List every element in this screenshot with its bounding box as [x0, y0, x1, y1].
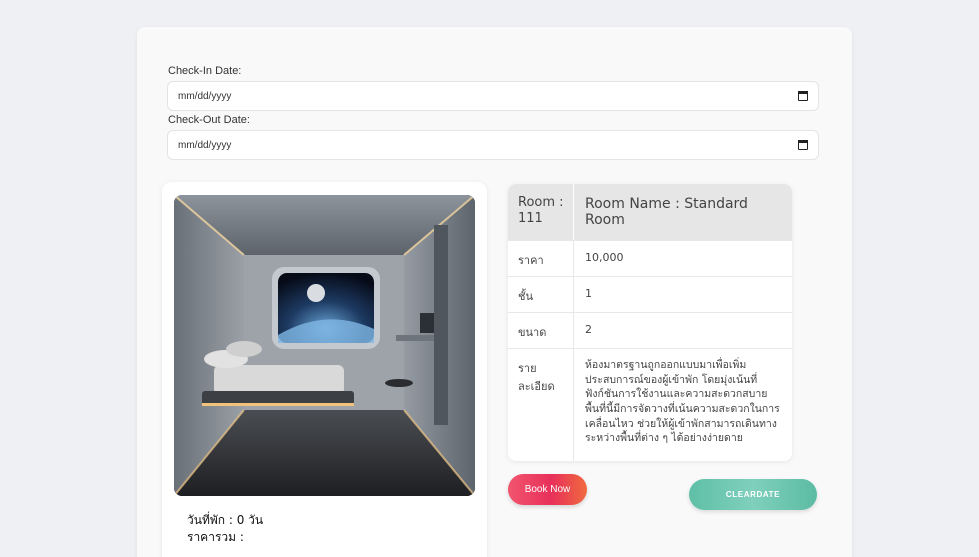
checkout-label: Check-Out Date: [168, 114, 250, 126]
room-detail-table: Room : 111 Room Name : Standard Room ราค… [508, 184, 792, 461]
table-header-row: Room : 111 Room Name : Standard Room [508, 184, 792, 241]
booking-card: Check-In Date: mm/dd/yyyy Check-Out Date… [137, 27, 852, 557]
price-key: ราคา [508, 241, 574, 276]
checkin-date-input[interactable]: mm/dd/yyyy [167, 81, 819, 111]
total-price-summary: ราคารวม : [187, 530, 244, 544]
size-value: 2 [585, 323, 592, 336]
book-now-button[interactable]: Book Now [508, 474, 587, 505]
table-row: ขนาด 2 [508, 313, 792, 349]
table-row: ราย ละเอียด ห้องมาตรฐานถูกออกแบบมาเพื่อเ… [508, 349, 792, 461]
checkout-date-input[interactable]: mm/dd/yyyy [167, 130, 819, 160]
table-row: ชั้น 1 [508, 277, 792, 313]
room-photo-illustration [174, 195, 475, 496]
floor-key: ชั้น [508, 277, 574, 312]
room-photo [174, 195, 475, 496]
checkin-placeholder: mm/dd/yyyy [178, 90, 232, 102]
price-value: 10,000 [585, 251, 624, 264]
floor-value: 1 [585, 287, 592, 300]
calendar-icon[interactable] [798, 140, 808, 150]
clear-date-button[interactable]: CLEARDATE [689, 479, 817, 510]
room-number: Room : 111 [508, 184, 574, 240]
details-key: ราย ละเอียด [508, 349, 574, 461]
size-key: ขนาด [508, 313, 574, 348]
calendar-icon[interactable] [798, 91, 808, 101]
checkin-label: Check-In Date: [168, 65, 242, 77]
checkout-placeholder: mm/dd/yyyy [178, 139, 232, 151]
details-value: ห้องมาตรฐานถูกออกแบบมาเพื่อเพิ่มประสบการ… [585, 359, 780, 445]
room-image-card: วันที่พัก : 0 วัน ราคารวม : [162, 182, 487, 557]
room-name: Room Name : Standard Room [585, 196, 748, 228]
table-row: ราคา 10,000 [508, 241, 792, 277]
